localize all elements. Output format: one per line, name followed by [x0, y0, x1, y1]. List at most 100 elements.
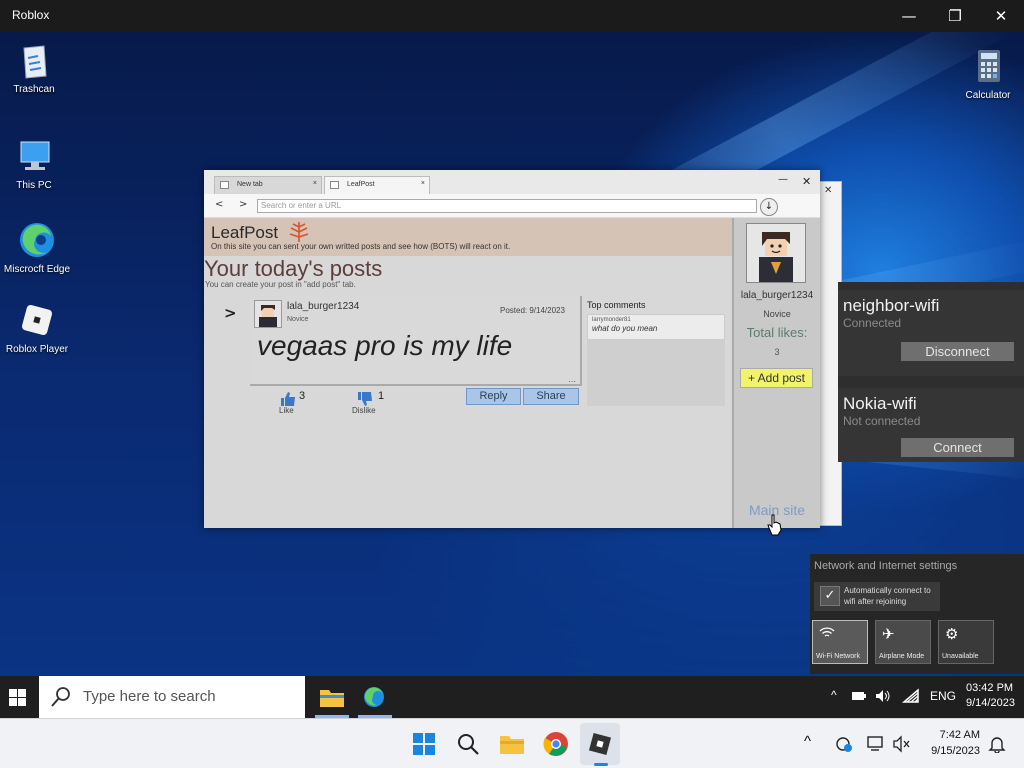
notification-bell-icon[interactable]	[988, 735, 1006, 753]
volume-icon[interactable]	[875, 689, 891, 703]
comment-item: larrymonder81 what do you mean	[587, 314, 725, 340]
post-username[interactable]: lala_burger1234	[287, 301, 359, 312]
search-input[interactable]: Type here to search	[39, 676, 305, 718]
volume-muted-icon[interactable]	[892, 735, 912, 753]
share-button[interactable]: Share	[523, 388, 579, 405]
add-post-button[interactable]: + Add post	[740, 368, 813, 388]
inner-taskbar: Type here to search ^ ENG 03:42 PM 9/14/…	[0, 676, 1024, 718]
disconnect-button[interactable]: Disconnect	[901, 342, 1014, 361]
chrome-icon[interactable]	[540, 728, 572, 760]
file-explorer-icon[interactable]	[496, 728, 528, 760]
search-icon[interactable]	[452, 728, 484, 760]
search-icon	[51, 687, 70, 707]
dislike-count: 1	[378, 390, 385, 402]
tab-label: LeafPost	[347, 181, 375, 188]
profile-pane: lala_burger1234 Novice Total likes: 3 + …	[732, 218, 820, 528]
recycle-bin-icon	[14, 40, 54, 80]
quick-tile-wifi[interactable]: Wi-Fi Network	[812, 620, 868, 664]
comments-area	[587, 340, 725, 406]
like-count: 3	[299, 390, 306, 402]
wifi-network-item[interactable]: Nokia-wifi Not connected Connect	[838, 388, 1024, 462]
search-placeholder: Type here to search	[83, 688, 216, 705]
tray-chevron-icon[interactable]: ^	[804, 733, 811, 750]
wifi-network-item[interactable]: neighbor-wifi Connected Disconnect	[838, 290, 1024, 376]
wifi-icon	[819, 625, 835, 643]
desktop-icon-label: This PC	[16, 180, 52, 191]
desktop-icon-calculator[interactable]: Calculator	[948, 46, 1024, 101]
post-text: vegaas pro is my life	[257, 330, 513, 361]
wifi-network-status: Connected	[843, 316, 902, 330]
tab-new-tab[interactable]: New tab ×	[214, 176, 322, 194]
clock-date[interactable]: 9/15/2023	[922, 745, 980, 757]
checkbox[interactable]: ✓	[820, 586, 840, 606]
connect-button[interactable]: Connect	[901, 438, 1014, 457]
tab-leafpost[interactable]: LeafPost ×	[324, 176, 430, 194]
thumbs-up-icon[interactable]	[279, 391, 297, 407]
desktop-icon-edge[interactable]: Miscrocft Edge	[0, 220, 77, 275]
quick-tile-label: Airplane Mode	[879, 653, 925, 660]
quick-tile-label: Unavailable	[942, 653, 979, 660]
like-label: Like	[279, 406, 294, 415]
network-icon[interactable]	[866, 735, 886, 753]
wifi-network-status: Not connected	[843, 414, 921, 428]
avatar[interactable]	[254, 300, 282, 328]
desktop-icon-label: Miscrocft Edge	[3, 264, 71, 275]
quick-tile-label: Wi-Fi Network	[816, 653, 860, 660]
gear-icon: ⚙	[945, 625, 959, 643]
address-bar[interactable]: Search or enter a URL	[257, 199, 757, 213]
desktop-icon-roblox-player[interactable]: Roblox Player	[0, 300, 77, 355]
auto-connect-option[interactable]: ✓ Automatically connect to wifi after re…	[814, 582, 940, 611]
thumbs-down-icon[interactable]	[356, 391, 374, 407]
minimize-button[interactable]: —	[886, 0, 932, 32]
clock-time[interactable]: 03:42 PM	[966, 682, 1013, 694]
page-icon	[220, 181, 229, 189]
wifi-icon[interactable]	[902, 688, 920, 704]
leafpost-page: LeafPost On this site you can sent your …	[204, 218, 820, 528]
dislike-label: Dislike	[352, 406, 376, 415]
tab-strip: New tab × LeafPost × — ✕	[204, 170, 820, 194]
calculator-icon	[968, 46, 1008, 86]
profile-rank: Novice	[763, 309, 791, 319]
quick-tile-unavailable[interactable]: ⚙ Unavailable	[938, 620, 994, 664]
forward-button[interactable]: >	[239, 199, 247, 210]
maximize-button[interactable]: ❐	[932, 0, 978, 32]
wifi-network-name: Nokia-wifi	[843, 394, 917, 413]
browser-minimize-button[interactable]: —	[778, 174, 788, 185]
clock-date[interactable]: 9/14/2023	[966, 697, 1015, 709]
tray-chevron-icon[interactable]: ^	[831, 688, 837, 702]
back-button[interactable]: <	[215, 199, 223, 210]
desktop-icon-trashcan[interactable]: Trashcan	[0, 40, 74, 95]
reply-button[interactable]: Reply	[466, 388, 521, 405]
profile-avatar[interactable]	[746, 223, 806, 283]
windows-start-icon[interactable]	[408, 728, 440, 760]
comment-user: larrymonder81	[592, 317, 631, 323]
network-settings-link[interactable]: Network and Internet settings	[814, 560, 957, 572]
top-comments-header: Top comments	[587, 300, 646, 310]
edge-icon[interactable]	[362, 685, 386, 709]
language-indicator[interactable]: ENG	[930, 689, 956, 703]
download-icon[interactable]: ↓	[760, 198, 778, 216]
onedrive-icon[interactable]	[834, 735, 854, 753]
desktop-icon-this-pc[interactable]: This PC	[0, 136, 74, 191]
post-more-icon[interactable]: ...	[568, 375, 576, 384]
browser-close-button[interactable]: ✕	[802, 175, 811, 188]
posts-title: Your today's posts	[204, 256, 383, 281]
quick-tile-airplane[interactable]: ✈ Airplane Mode	[875, 620, 931, 664]
desktop-icon-label: Roblox Player	[5, 344, 69, 355]
comment-text: what do you mean	[592, 324, 658, 333]
windows-start-icon[interactable]	[9, 689, 26, 706]
active-indicator	[594, 763, 608, 766]
leaf-logo-icon	[289, 222, 309, 242]
tab-close-icon[interactable]: ×	[313, 180, 317, 187]
background-window-close-icon[interactable]: ✕	[824, 185, 832, 196]
file-explorer-icon[interactable]	[319, 686, 345, 708]
roblox-icon[interactable]	[584, 728, 616, 760]
clock-time[interactable]: 7:42 AM	[922, 729, 980, 741]
tab-close-icon[interactable]: ×	[421, 180, 425, 187]
wifi-panel: neighbor-wifi Connected Disconnect Nokia…	[838, 282, 1024, 462]
windows-taskbar: ^ 7:42 AM 9/15/2023	[0, 718, 1024, 768]
roblox-icon	[17, 300, 57, 340]
close-button[interactable]: ✕	[978, 0, 1024, 32]
battery-icon[interactable]	[851, 690, 867, 702]
post-expand-arrow[interactable]: >	[224, 304, 237, 322]
